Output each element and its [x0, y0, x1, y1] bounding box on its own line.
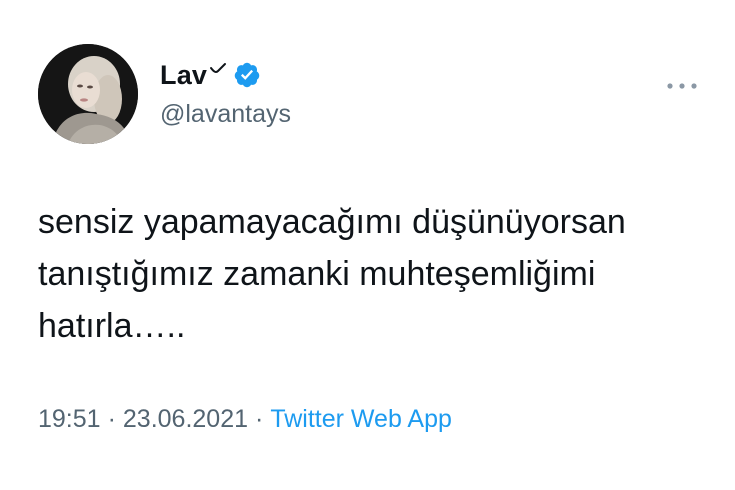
name-row: Lav [160, 58, 261, 92]
verified-badge-icon [234, 62, 260, 88]
tweet-source-link[interactable]: Twitter Web App [270, 405, 452, 434]
tweet-date[interactable]: 23.06.2021 [123, 405, 248, 434]
avatar-photo-icon [38, 44, 138, 144]
tweet-card: Lav @lavantays sensiz yapamayacağımı düş… [0, 0, 735, 490]
display-name[interactable]: Lav [160, 60, 207, 91]
more-options-icon[interactable] [664, 80, 700, 92]
tweet-time[interactable]: 19:51 [38, 405, 101, 434]
tweet-metadata: 19:51 · 23.06.2021 · Twitter Web App [38, 405, 452, 434]
avatar[interactable] [38, 44, 138, 144]
meta-separator: · [255, 405, 264, 433]
name-checkmark-decoration-icon [210, 63, 227, 73]
user-handle[interactable]: @lavantays [160, 100, 291, 129]
meta-separator: · [107, 405, 116, 433]
tweet-text: sensiz yapamayacağımı düşünüyorsan tanış… [38, 203, 626, 345]
